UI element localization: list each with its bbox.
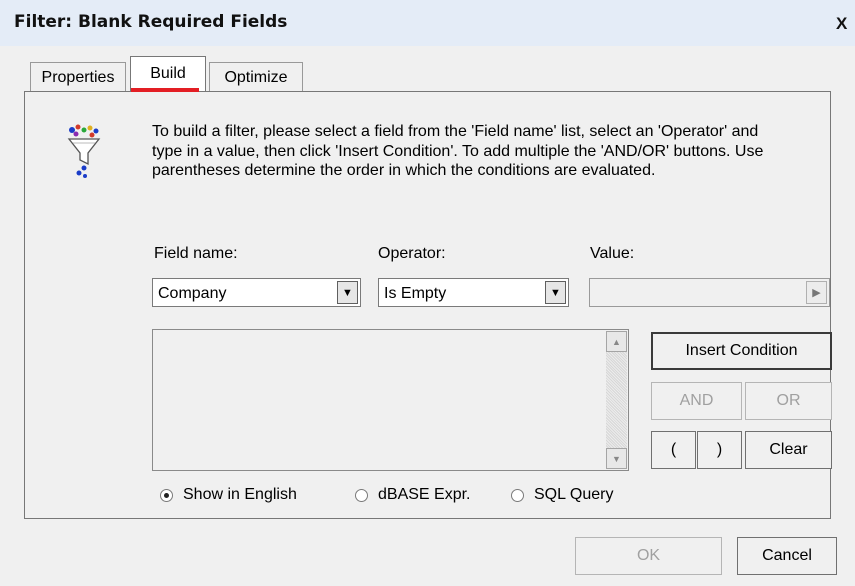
radio-dbase-expr[interactable]: dBASE Expr. (355, 483, 471, 507)
value-field[interactable]: ▶ (589, 278, 830, 307)
window-title: Filter: Blank Required Fields (14, 12, 288, 32)
radio-unselected-icon[interactable] (355, 488, 368, 502)
chevron-right-icon[interactable]: ▶ (806, 281, 827, 304)
chevron-down-icon[interactable]: ▼ (337, 281, 358, 304)
field-name-value: Company (158, 285, 227, 302)
close-paren-button[interactable]: ) (697, 431, 742, 469)
close-button[interactable]: X (836, 14, 855, 34)
field-name-label: Field name: (154, 245, 238, 262)
cancel-button[interactable]: Cancel (737, 537, 837, 575)
filter-funnel-icon (64, 124, 104, 178)
radio-label: dBASE Expr. (378, 486, 471, 503)
condition-scrollbar[interactable]: ▲ ▼ (606, 331, 627, 469)
field-name-select[interactable]: Company ▼ (152, 278, 361, 307)
and-button[interactable]: AND (651, 382, 742, 420)
clear-button[interactable]: Clear (745, 431, 832, 469)
active-tab-highlight (131, 88, 199, 92)
instructions-text: To build a filter, please select a field… (152, 123, 764, 179)
operator-value: Is Empty (384, 285, 447, 302)
or-button[interactable]: OR (745, 382, 832, 420)
radio-label: SQL Query (534, 486, 614, 503)
condition-text-area[interactable] (152, 329, 629, 471)
value-label: Value: (590, 245, 635, 262)
scroll-up-icon[interactable]: ▲ (606, 331, 627, 352)
radio-label: Show in English (183, 486, 297, 503)
insert-condition-button[interactable]: Insert Condition (651, 332, 832, 370)
operator-label: Operator: (378, 245, 446, 262)
tab-build[interactable]: Build (130, 56, 206, 91)
operator-select[interactable]: Is Empty ▼ (378, 278, 569, 307)
radio-show-in-english[interactable]: Show in English (160, 483, 297, 507)
tab-optimize[interactable]: Optimize (209, 62, 303, 93)
tab-properties[interactable]: Properties (30, 62, 126, 93)
open-paren-button[interactable]: ( (651, 431, 696, 469)
radio-sql-query[interactable]: SQL Query (511, 483, 613, 507)
scroll-down-icon[interactable]: ▼ (606, 448, 627, 469)
radio-unselected-icon[interactable] (511, 488, 524, 502)
ok-button[interactable]: OK (575, 537, 722, 575)
chevron-down-icon[interactable]: ▼ (545, 281, 566, 304)
radio-selected-icon[interactable] (160, 488, 173, 502)
